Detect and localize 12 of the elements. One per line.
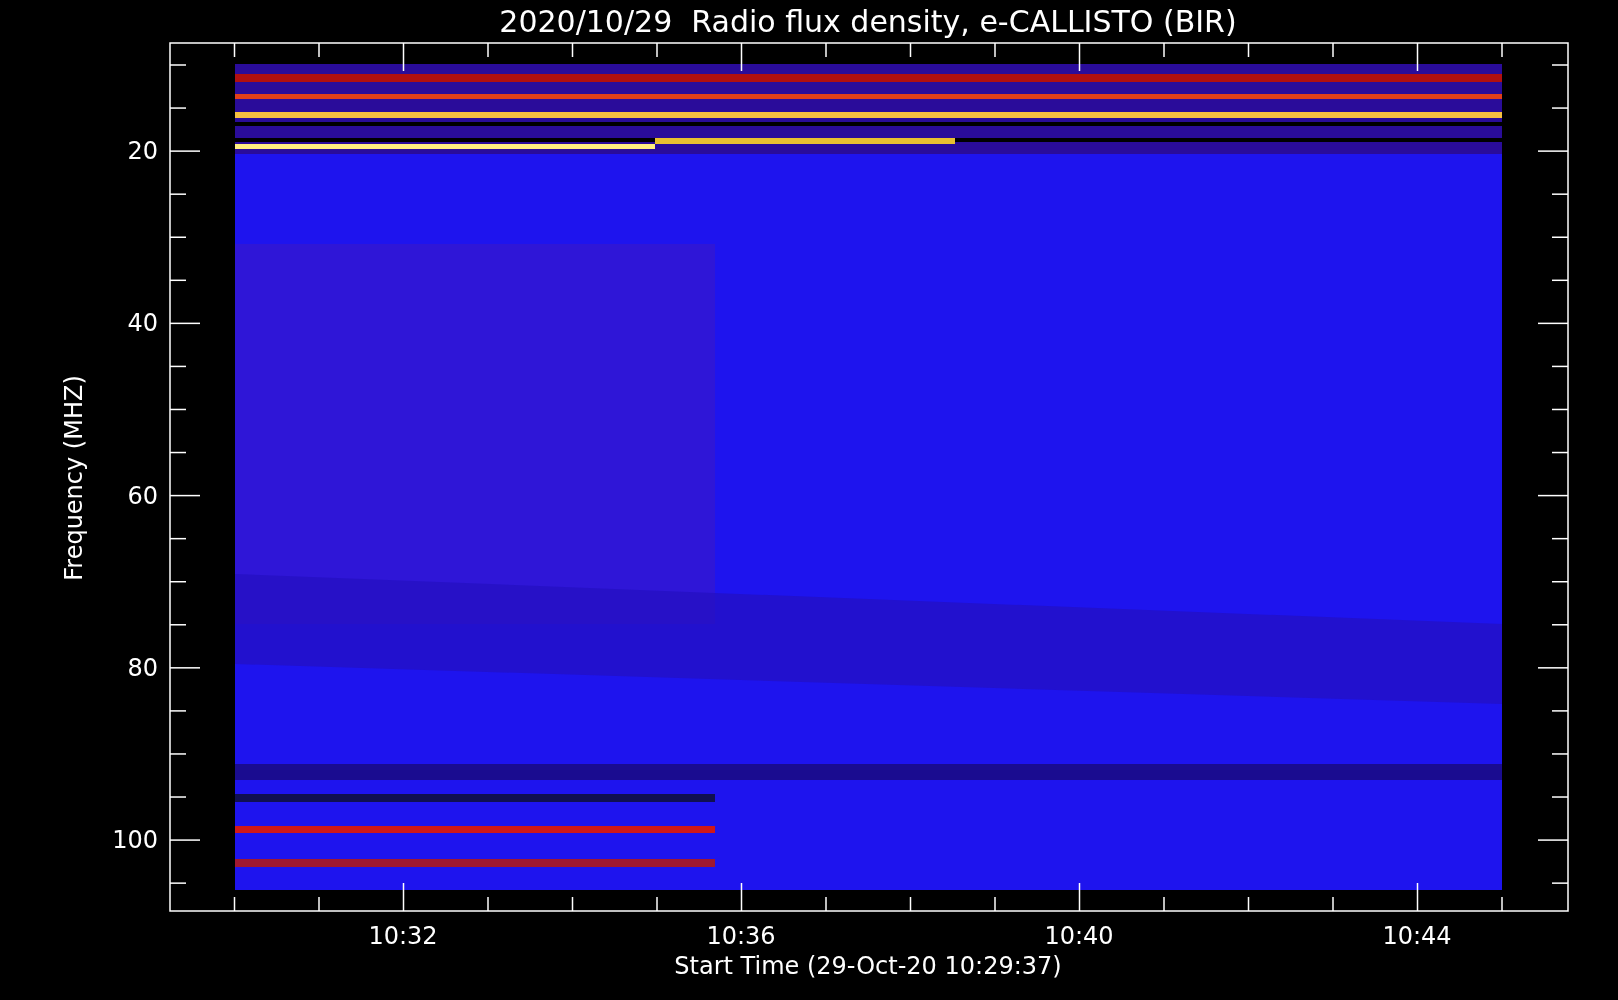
y-tick-label: 20 xyxy=(127,137,158,165)
y-axis-title: Frequency (MHZ) xyxy=(60,375,88,581)
y-tick-label: 100 xyxy=(112,826,158,854)
x-tick-label: 10:32 xyxy=(368,922,438,950)
plot-title: 2020/10/29 Radio flux density, e-CALLISTO (BIR) xyxy=(499,4,1237,39)
y-tick-label: 60 xyxy=(127,481,158,510)
x-tick-label: 10:36 xyxy=(706,922,776,950)
x-tick-label: 10:40 xyxy=(1044,922,1114,950)
x-tick-label: 10:44 xyxy=(1382,922,1452,950)
y-tick-label: 40 xyxy=(127,309,158,338)
y-tick-label: 80 xyxy=(127,653,158,682)
x-axis-title: Start Time (29-Oct-20 10:29:37) xyxy=(674,952,1062,980)
